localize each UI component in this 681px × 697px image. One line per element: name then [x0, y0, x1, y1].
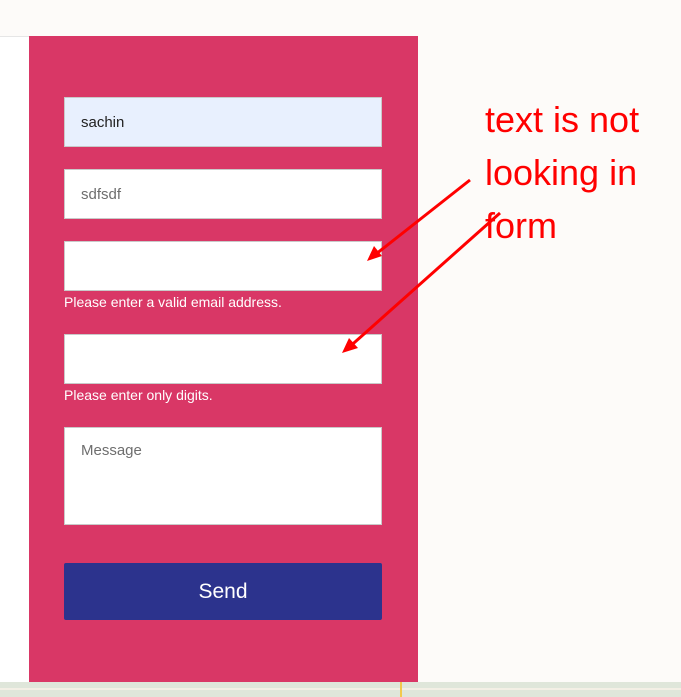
- annotation-arrowhead-1: [367, 246, 382, 261]
- annotation-arrow-2: [345, 211, 501, 352]
- map-background-strip: [0, 682, 681, 697]
- annotation-arrow-1: [370, 178, 471, 260]
- annotation-arrows: [342, 178, 501, 353]
